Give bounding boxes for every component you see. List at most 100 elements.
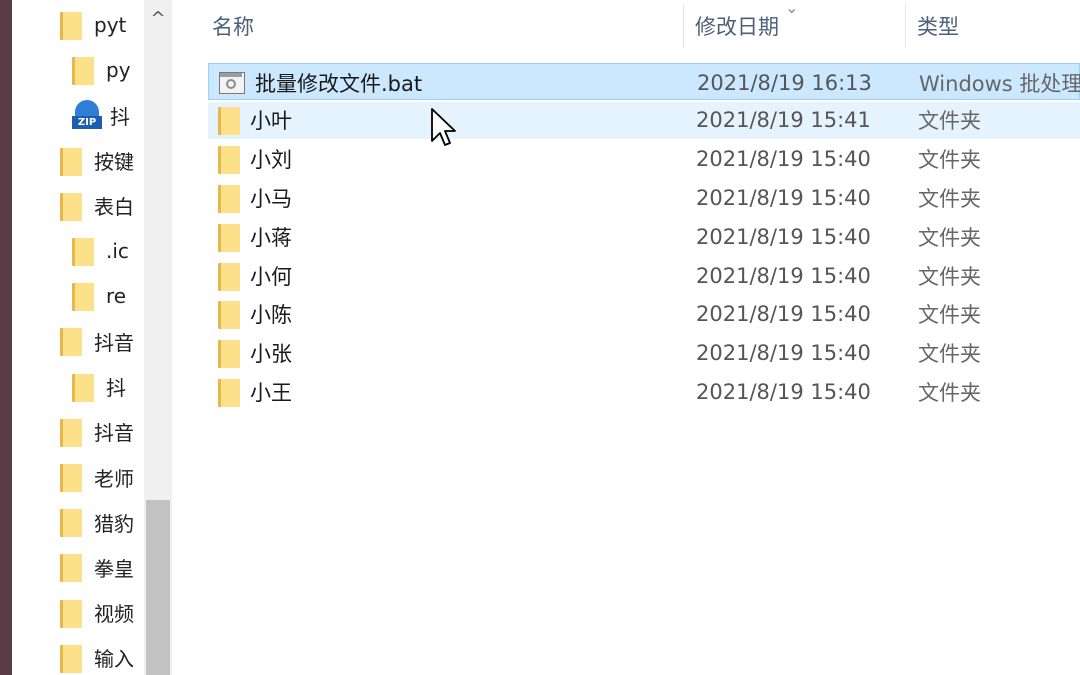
- file-type: Windows 批处理: [919, 71, 1080, 96]
- column-header-type[interactable]: 类型: [917, 0, 959, 52]
- nav-tree-item-label: 抖音: [94, 330, 134, 355]
- file-type: 文件夹: [918, 148, 981, 173]
- nav-tree-item[interactable]: 按键: [60, 146, 144, 176]
- folder-icon: [218, 105, 240, 136]
- mouse-cursor-icon: [431, 108, 456, 146]
- nav-tree-item[interactable]: 视频: [60, 598, 144, 628]
- file-name: 小陈: [250, 303, 292, 328]
- nav-tree-item-label: 猎豹: [94, 511, 134, 536]
- nav-tree-item[interactable]: 抖: [72, 372, 144, 402]
- file-name-cell: 小王: [218, 373, 292, 410]
- file-modified-date: 2021/8/19 15:40: [696, 185, 871, 210]
- file-modified-date: 2021/8/19 15:40: [696, 263, 871, 288]
- column-header: 名称 ⌄ 修改日期 类型: [178, 0, 1080, 52]
- nav-tree-item-label: re: [106, 284, 127, 309]
- scroll-thumb[interactable]: [146, 500, 170, 675]
- navigation-pane[interactable]: pyt py ZIP 抖按键 表白 .ic re 抖音抖抖音 老师 猎豹 拳皇 视频 输入: [12, 0, 144, 675]
- folder-icon: [60, 191, 82, 221]
- file-row[interactable]: 小陈 2021/8/19 15:40 文件夹: [208, 296, 1080, 333]
- file-type: 文件夹: [918, 303, 981, 328]
- file-modified-date: 2021/8/19 16:13: [697, 70, 872, 95]
- nav-tree-item-label: 视频: [94, 602, 134, 627]
- folder-icon: [60, 598, 82, 628]
- folder-icon: [218, 338, 240, 369]
- file-type: 文件夹: [918, 186, 981, 211]
- folder-icon: [72, 236, 94, 266]
- nav-tree-item[interactable]: 猎豹: [60, 507, 144, 538]
- file-name-cell: 小何: [218, 257, 292, 294]
- bat-file-icon: [219, 71, 245, 94]
- folder-icon: [218, 299, 240, 330]
- nav-tree-item[interactable]: 老师: [60, 462, 144, 492]
- file-name: 批量修改文件.bat: [255, 71, 423, 96]
- folder-icon: [60, 552, 82, 583]
- column-separator[interactable]: [905, 4, 906, 48]
- file-name: 小何: [250, 264, 292, 289]
- nav-tree-item-label: 输入: [94, 647, 134, 672]
- file-modified-date: 2021/8/19 15:40: [696, 302, 871, 327]
- nav-tree-item[interactable]: re: [72, 281, 144, 312]
- file-row[interactable]: 小马 2021/8/19 15:40 文件夹: [208, 179, 1080, 216]
- column-header-name[interactable]: 名称: [212, 0, 254, 52]
- zip-icon: ZIP: [72, 100, 102, 130]
- folder-icon: [218, 377, 240, 407]
- nav-tree-item-label: 拳皇: [94, 556, 134, 581]
- folder-icon: [60, 417, 82, 447]
- nav-tree-item-label: 抖: [110, 104, 130, 129]
- column-header-modified[interactable]: 修改日期: [695, 0, 779, 52]
- nav-tree-item[interactable]: .ic: [72, 236, 144, 266]
- folder-icon: [218, 261, 240, 291]
- folder-icon: [72, 55, 94, 86]
- file-name: 小蒋: [250, 225, 292, 250]
- file-modified-date: 2021/8/19 15:40: [696, 379, 871, 404]
- file-list-pane[interactable]: 名称 ⌄ 修改日期 类型 批量修改文件.bat 2021/8/19 16:13 Wi…: [178, 0, 1080, 675]
- nav-tree-item-label: 表白: [94, 195, 134, 220]
- file-modified-date: 2021/8/19 15:40: [696, 341, 871, 366]
- file-modified-date: 2021/8/19 15:41: [696, 108, 871, 133]
- file-row[interactable]: 小王 2021/8/19 15:40 文件夹: [208, 373, 1080, 410]
- nav-tree-item[interactable]: 抖音: [60, 326, 144, 357]
- nav-tree-item[interactable]: ZIP 抖: [72, 100, 144, 130]
- file-name: 小马: [250, 186, 292, 211]
- file-row[interactable]: 小刘 2021/8/19 15:40 文件夹: [208, 141, 1080, 178]
- file-name-cell: 小马: [218, 179, 292, 216]
- folder-icon: [60, 326, 82, 357]
- file-modified-date: 2021/8/19 15:40: [696, 224, 871, 249]
- file-name: 小张: [250, 342, 292, 367]
- file-row[interactable]: 小张 2021/8/19 15:40 文件夹: [208, 335, 1080, 372]
- file-name-cell: 小陈: [218, 296, 292, 333]
- file-row[interactable]: 小叶 2021/8/19 15:41 文件夹: [208, 101, 1080, 139]
- file-name: 小王: [250, 380, 292, 405]
- file-name-cell: 小刘: [218, 141, 292, 178]
- nav-tree-item[interactable]: py: [72, 55, 144, 86]
- nav-tree-item-label: pyt: [94, 13, 127, 37]
- nav-tree-item[interactable]: 抖音: [60, 417, 144, 447]
- nav-tree-item-label: 按键: [94, 150, 134, 175]
- file-name-cell: 小叶: [218, 102, 292, 139]
- nav-scrollbar[interactable]: ^: [144, 0, 172, 675]
- scroll-up-arrow-icon[interactable]: ^: [144, 0, 172, 36]
- file-row[interactable]: 小蒋 2021/8/19 15:40 文件夹: [208, 218, 1080, 255]
- file-type: 文件夹: [918, 109, 981, 134]
- file-row[interactable]: 批量修改文件.bat 2021/8/19 16:13 Windows 批处理: [208, 63, 1080, 100]
- folder-icon: [60, 462, 82, 492]
- nav-tree-item[interactable]: 拳皇: [60, 552, 144, 583]
- sort-chevron-icon: ⌄: [785, 0, 799, 17]
- file-type: 文件夹: [918, 380, 981, 405]
- file-row[interactable]: 小何 2021/8/19 15:40 文件夹: [208, 257, 1080, 294]
- nav-tree-item-label: 抖音: [94, 421, 134, 446]
- nav-tree-item[interactable]: 输入: [60, 643, 144, 673]
- folder-icon: [60, 146, 82, 176]
- nav-tree-item-label: 抖: [106, 376, 126, 401]
- file-name-cell: 小蒋: [218, 218, 292, 255]
- file-name-cell: 批量修改文件.bat: [219, 64, 422, 101]
- desktop-edge: [0, 0, 12, 675]
- folder-icon: [72, 372, 94, 402]
- file-type: 文件夹: [918, 264, 981, 289]
- nav-tree-item-label: 老师: [94, 466, 134, 491]
- nav-tree-item[interactable]: 表白: [60, 191, 144, 221]
- folder-icon: [218, 183, 240, 213]
- nav-tree-item-label: py: [106, 58, 131, 83]
- nav-tree-item[interactable]: pyt: [60, 10, 144, 40]
- column-separator[interactable]: [683, 4, 684, 48]
